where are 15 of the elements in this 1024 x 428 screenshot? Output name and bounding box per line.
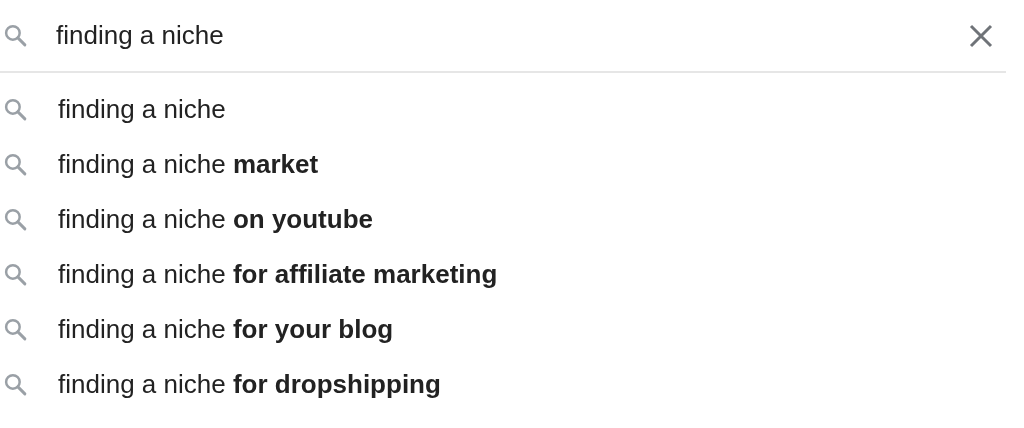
search-icon: [3, 317, 28, 342]
search-icon: [3, 97, 28, 122]
search-icon: [3, 152, 28, 177]
search-icon: [3, 262, 28, 287]
search-icon: [3, 23, 28, 48]
search-icon: [3, 372, 28, 397]
search-icon: [3, 207, 28, 232]
suggestion-item[interactable]: finding a niche for dropshipping: [58, 365, 441, 404]
close-icon: [968, 22, 994, 49]
suggestion-item[interactable]: finding a niche on youtube: [58, 200, 373, 239]
suggestion-item[interactable]: finding a niche for affiliate marketing: [58, 255, 498, 294]
suggestion-item[interactable]: finding a niche market: [58, 145, 319, 184]
search-field[interactable]: finding a niche: [56, 15, 964, 56]
suggestion-item[interactable]: finding a niche for your blog: [58, 310, 394, 349]
suggestion-item[interactable]: finding a niche: [58, 90, 226, 129]
